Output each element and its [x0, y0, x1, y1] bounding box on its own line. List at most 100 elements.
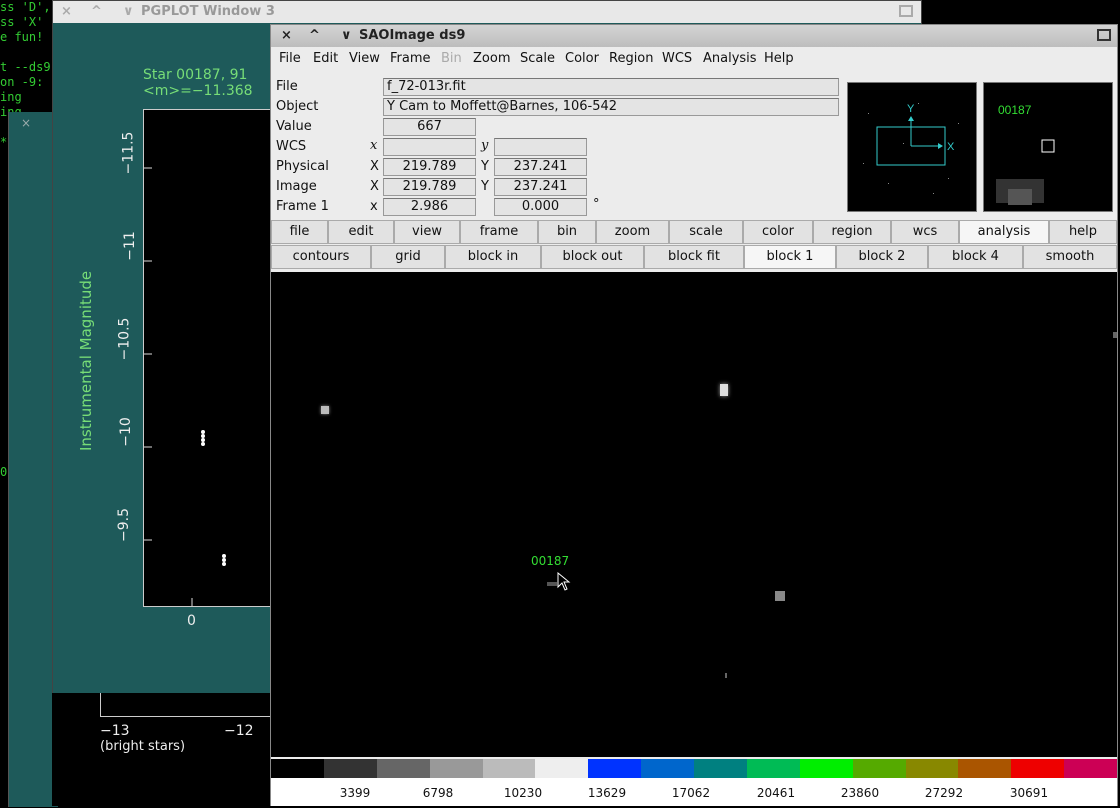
pgplot-titlebar[interactable]: × ^ ∨ PGPLOT Window 3	[53, 1, 921, 23]
button-block-1[interactable]: block 1	[744, 245, 836, 269]
data-point	[201, 442, 205, 446]
menu-view[interactable]: View	[349, 51, 380, 66]
terminal-line: ss 'D',	[0, 0, 51, 14]
plot-area	[143, 109, 273, 607]
colorbar[interactable]	[271, 759, 1117, 778]
image-x-label: X	[370, 179, 379, 194]
value-label: Value	[276, 119, 312, 134]
arrow-right-icon	[938, 143, 943, 149]
menu-edit[interactable]: Edit	[313, 51, 338, 66]
menu-bar: File Edit View Frame Bin Zoom Scale Colo…	[271, 47, 1117, 71]
colorbar-swatch	[535, 759, 589, 778]
colorbar-tick: 23860	[840, 786, 880, 800]
close-icon[interactable]: ×	[61, 4, 72, 19]
maximize-icon[interactable]	[899, 5, 913, 17]
colorbar-swatch	[799, 759, 853, 778]
image-y-label: Y	[481, 179, 489, 194]
menu-analysis[interactable]: Analysis	[703, 51, 757, 66]
button-zoom[interactable]: zoom	[596, 220, 669, 244]
button-analysis[interactable]: analysis	[959, 220, 1049, 244]
y-tick-label: −9.5	[116, 508, 132, 542]
close-icon[interactable]: ×	[21, 116, 31, 130]
image-label: Image	[276, 179, 317, 194]
panner[interactable]: Y X	[847, 82, 977, 212]
button-block-fit[interactable]: block fit	[644, 245, 744, 269]
menu-color[interactable]: Color	[565, 51, 599, 66]
plot-title: Star 00187, 91	[143, 67, 248, 83]
button-smooth[interactable]: smooth	[1023, 245, 1117, 269]
wcs-label: WCS	[276, 139, 307, 154]
maximize-icon[interactable]	[1097, 29, 1111, 41]
y-tick-label: −11	[121, 231, 138, 261]
button-block-out[interactable]: block out	[541, 245, 644, 269]
colorbar-tick: 3399	[339, 786, 371, 800]
source-label: 00187	[531, 554, 570, 568]
plot-svg	[144, 167, 226, 606]
button-color[interactable]: color	[743, 220, 813, 244]
button-view[interactable]: view	[394, 220, 460, 244]
button-scale[interactable]: scale	[669, 220, 743, 244]
button-region[interactable]: region	[813, 220, 891, 244]
colorbar-tick: 30691	[1009, 786, 1049, 800]
button-bar-primary: file edit view frame bin zoom scale colo…	[271, 220, 1117, 245]
colorbar-tick: 13629	[587, 786, 627, 800]
terminal-line: e fun!	[0, 30, 44, 44]
minimize-icon[interactable]: ∨	[123, 4, 134, 19]
colorbar-swatch	[429, 759, 483, 778]
y-axis-label: Instrumental Magnitude	[77, 270, 95, 451]
colorbar-swatch	[746, 759, 800, 778]
button-contours[interactable]: contours	[271, 245, 371, 269]
pixel-value: 667	[383, 118, 476, 136]
button-block-4[interactable]: block 4	[928, 245, 1023, 269]
image-x-value: 219.789	[383, 178, 476, 196]
button-wcs[interactable]: wcs	[891, 220, 959, 244]
window-title: SAOImage ds9	[359, 28, 466, 43]
colorbar-swatch	[641, 759, 694, 778]
menu-file[interactable]: File	[279, 51, 301, 66]
raise-icon[interactable]: ^	[91, 4, 102, 19]
menu-scale[interactable]: Scale	[520, 51, 555, 66]
colorbar-swatch	[1064, 759, 1117, 778]
wcs-y-label: y	[481, 138, 489, 153]
ds9-window: × ^ ∨ SAOImage ds9 File Edit View Frame …	[270, 24, 1118, 806]
button-grid[interactable]: grid	[371, 245, 445, 269]
physical-y-label: Y	[481, 159, 489, 174]
menu-zoom[interactable]: Zoom	[473, 51, 510, 66]
button-help[interactable]: help	[1049, 220, 1117, 244]
raise-icon[interactable]: ^	[309, 28, 320, 43]
button-bin[interactable]: bin	[538, 220, 596, 244]
colorbar-swatch	[694, 759, 747, 778]
button-block-in[interactable]: block in	[445, 245, 541, 269]
x-tick-label: −13	[100, 723, 130, 739]
button-block-2[interactable]: block 2	[836, 245, 928, 269]
panner-svg: Y X	[863, 103, 959, 194]
colorbar-swatch	[905, 759, 959, 778]
star-source	[720, 384, 728, 396]
x-axis	[100, 693, 272, 717]
menu-region[interactable]: Region	[609, 51, 654, 66]
x-tick-label: −12	[224, 723, 254, 739]
colorbar-swatch	[482, 759, 536, 778]
colorbar-swatch	[1011, 759, 1065, 778]
data-point	[222, 554, 226, 558]
button-frame[interactable]: frame	[460, 220, 538, 244]
image-canvas[interactable]: 00187	[271, 272, 1117, 757]
button-edit[interactable]: edit	[328, 220, 394, 244]
menu-frame[interactable]: Frame	[390, 51, 431, 66]
close-icon[interactable]: ×	[281, 28, 292, 43]
minimize-icon[interactable]: ∨	[341, 28, 352, 43]
object-value: Y Cam to Moffett@Barnes, 106-542	[383, 98, 839, 116]
colorbar-swatch	[852, 759, 906, 778]
y-tick-label: −10.5	[116, 317, 133, 361]
menu-help[interactable]: Help	[764, 51, 794, 66]
x-tick-label: 0	[187, 613, 196, 629]
compass-y-label: Y	[907, 103, 915, 115]
magnifier-label: 00187	[998, 103, 1032, 117]
object-label: Object	[276, 99, 319, 114]
ds9-titlebar[interactable]: × ^ ∨ SAOImage ds9	[271, 25, 1117, 47]
y-tick-label: −11.5	[120, 131, 137, 175]
menu-wcs[interactable]: WCS	[662, 51, 692, 66]
image-y-value: 237.241	[494, 178, 587, 196]
button-file[interactable]: file	[271, 220, 328, 244]
frame-label: Frame 1	[276, 199, 329, 214]
